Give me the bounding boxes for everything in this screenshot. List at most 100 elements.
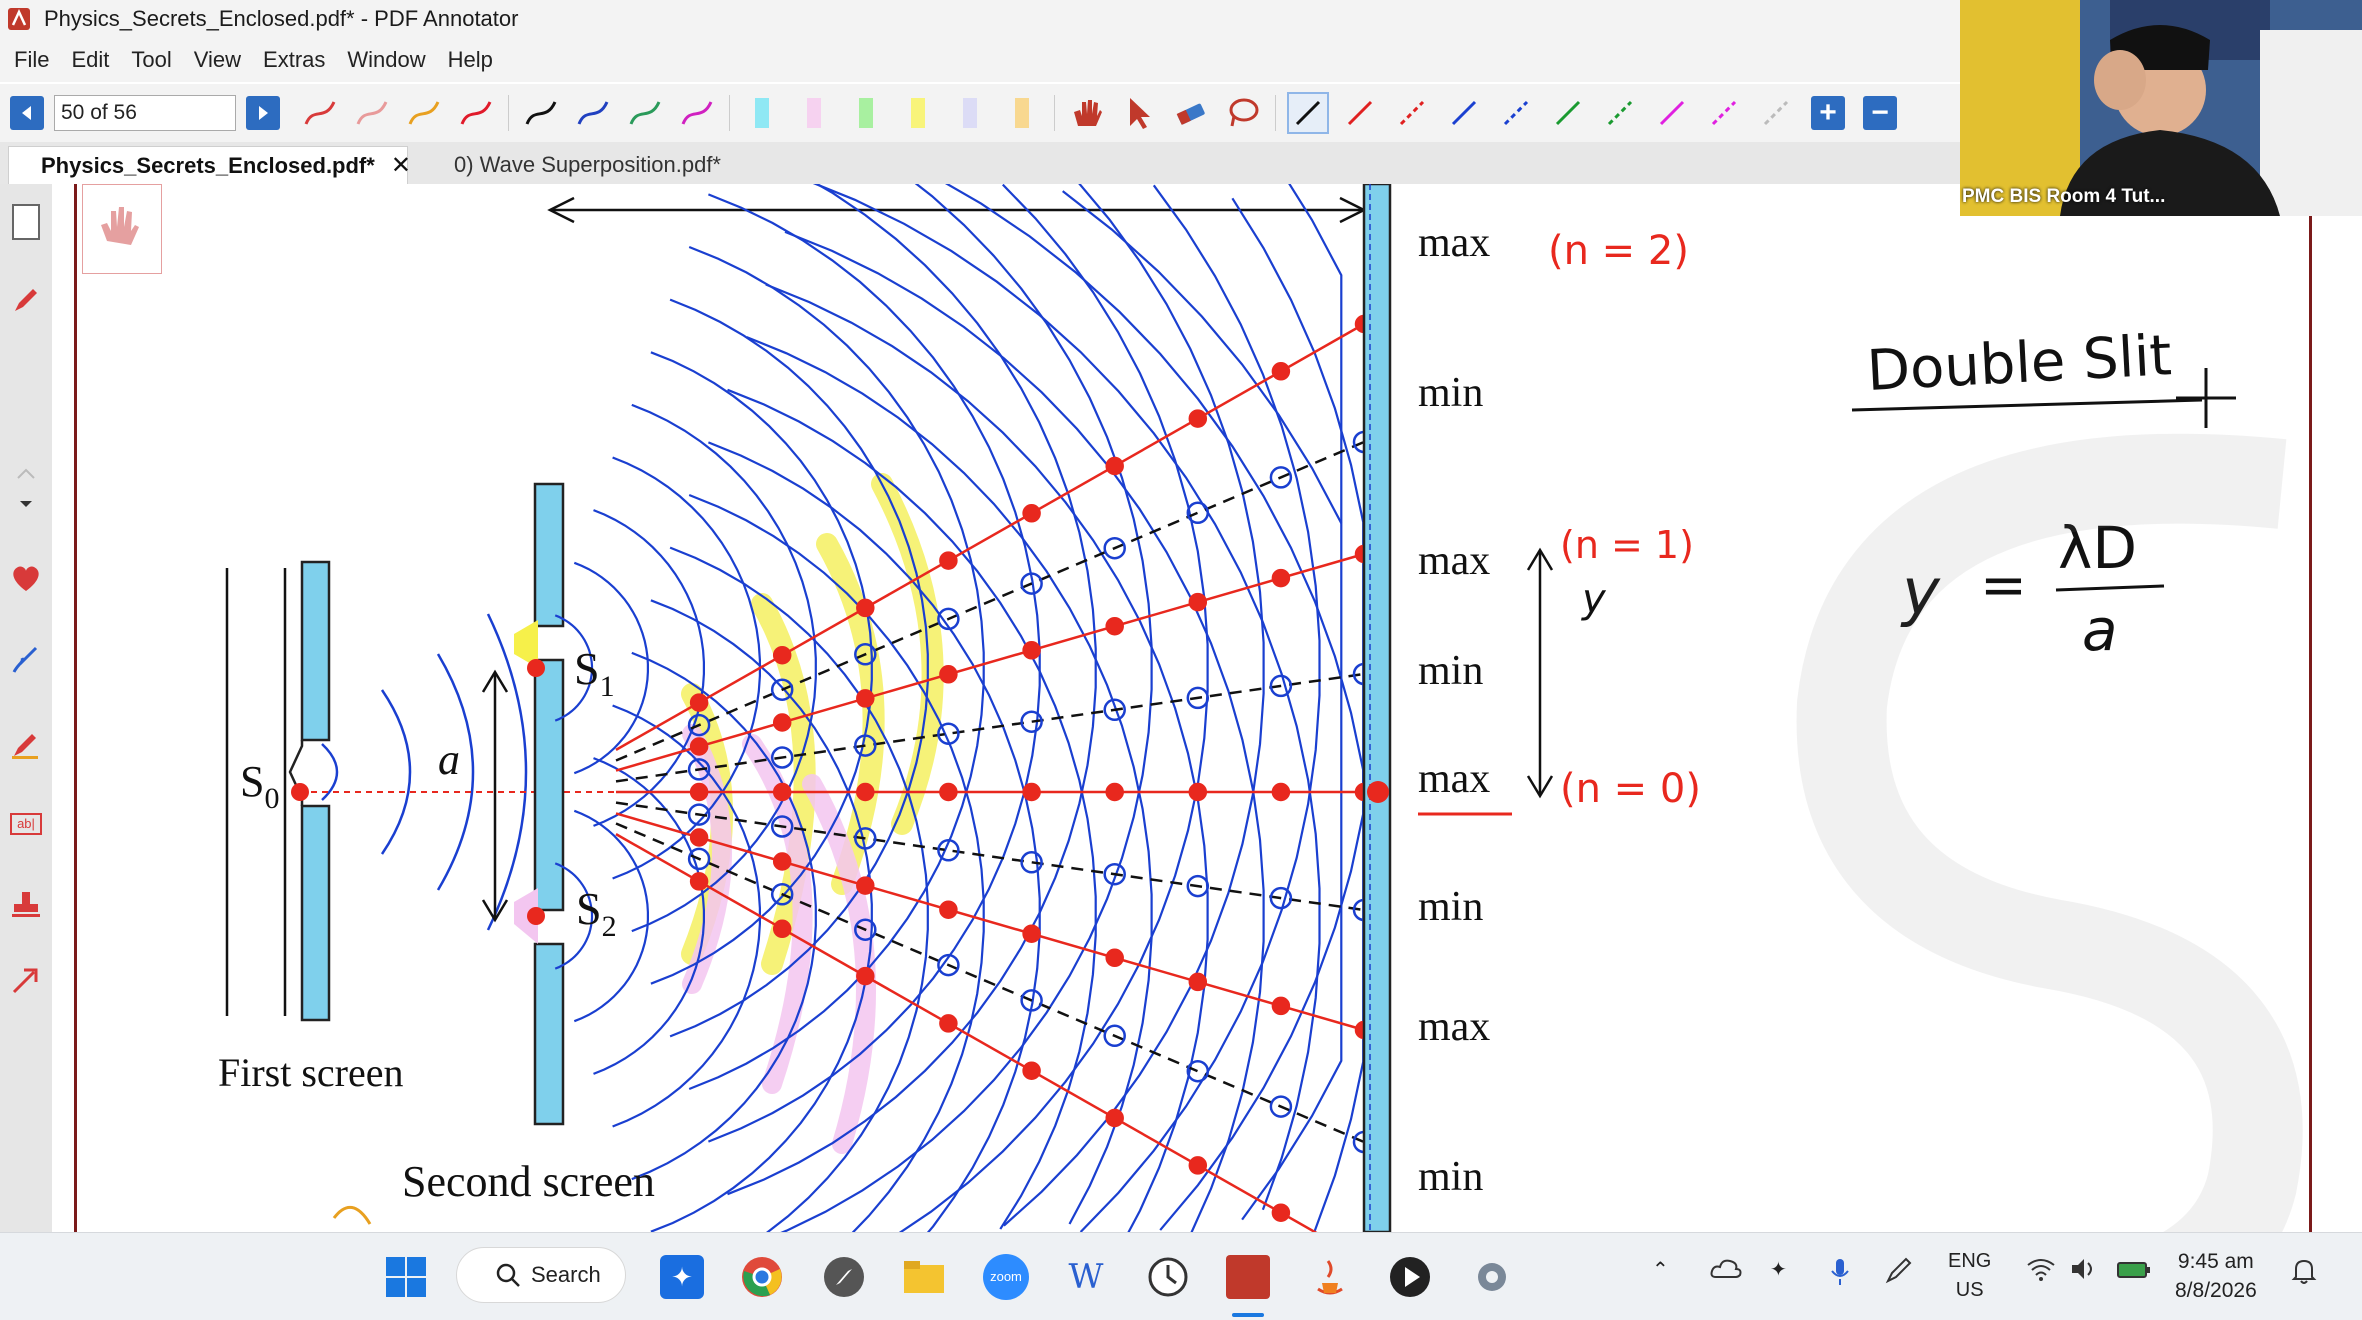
page-number-field[interactable] bbox=[54, 95, 236, 131]
line-red-icon[interactable] bbox=[1341, 94, 1379, 132]
pen-green-icon[interactable] bbox=[626, 94, 664, 132]
antinode-point bbox=[1188, 592, 1208, 612]
notifications-icon[interactable] bbox=[2290, 1257, 2318, 1291]
viewing-screen bbox=[1362, 184, 1392, 1232]
highlighter-amber-icon[interactable] bbox=[1003, 94, 1041, 132]
clock-app-icon[interactable] bbox=[1142, 1251, 1194, 1303]
page-thumbnail-icon[interactable] bbox=[6, 202, 46, 242]
pen-red-icon[interactable] bbox=[301, 94, 339, 132]
pen-pink-icon[interactable] bbox=[353, 94, 391, 132]
tab-wave-superposition[interactable]: 0) Wave Superposition.pdf* bbox=[420, 146, 780, 184]
line-green-dashed-icon[interactable] bbox=[1601, 94, 1639, 132]
hand-tool-icon[interactable] bbox=[1068, 94, 1106, 132]
screen-label: min bbox=[1418, 370, 1483, 416]
file-explorer-app-icon[interactable] bbox=[898, 1251, 950, 1303]
pen-magenta-icon[interactable] bbox=[678, 94, 716, 132]
highlighter-cyan-icon[interactable] bbox=[743, 94, 781, 132]
line-magenta-icon[interactable] bbox=[1653, 94, 1691, 132]
safari-like-app-icon[interactable] bbox=[818, 1251, 870, 1303]
pen-orange-icon[interactable] bbox=[405, 94, 443, 132]
antinode-point bbox=[772, 919, 792, 939]
highlighted-wavefronts bbox=[681, 473, 944, 1154]
tab-physics-secrets[interactable]: Physics_Secrets_Enclosed.pdf* ✕ bbox=[8, 146, 411, 184]
line-grey-dashed-icon[interactable] bbox=[1757, 94, 1795, 132]
text-box-icon[interactable]: ab| bbox=[6, 804, 46, 844]
battery-icon[interactable] bbox=[2116, 1257, 2152, 1287]
separator bbox=[1275, 95, 1276, 131]
menu-edit[interactable]: Edit bbox=[71, 47, 109, 73]
highlighter-yellow-icon[interactable] bbox=[899, 94, 937, 132]
next-page-button[interactable] bbox=[246, 96, 280, 130]
lasso-icon[interactable] bbox=[1224, 94, 1262, 132]
highlighter-pink-icon[interactable] bbox=[795, 94, 833, 132]
tab-bar: Physics_Secrets_Enclosed.pdf* ✕ 0) Wave … bbox=[0, 142, 1960, 184]
screen-label: max bbox=[1418, 756, 1490, 802]
system-clock[interactable]: 9:45 am 8/8/2026 bbox=[2175, 1247, 2257, 1305]
highlighter-lavender-icon[interactable] bbox=[951, 94, 989, 132]
interference-wavefronts bbox=[554, 184, 1365, 1232]
line-red-dashed-icon[interactable] bbox=[1393, 94, 1431, 132]
taskbar-search[interactable]: Search bbox=[456, 1247, 626, 1303]
show-hidden-icons-chevron-icon[interactable]: ⌃ bbox=[1652, 1257, 1669, 1282]
menu-help[interactable]: Help bbox=[448, 47, 493, 73]
line-magenta-dashed-icon[interactable] bbox=[1705, 94, 1743, 132]
clock-time: 9:45 am bbox=[2177, 1250, 2254, 1273]
previous-page-button[interactable] bbox=[10, 96, 44, 130]
start-button[interactable] bbox=[380, 1251, 432, 1303]
zoom-in-button[interactable]: + bbox=[1811, 96, 1845, 130]
close-tab-icon[interactable]: ✕ bbox=[391, 151, 411, 180]
marker-icon[interactable] bbox=[6, 724, 46, 764]
onedrive-cloud-icon[interactable] bbox=[1710, 1257, 1742, 1285]
document-view[interactable]: S0 a S1 S2 First screen Second screen ma… bbox=[52, 184, 2362, 1232]
chrome-app-icon[interactable] bbox=[736, 1251, 788, 1303]
arrow-tool-icon[interactable] bbox=[6, 960, 46, 1000]
pen-blue-icon[interactable] bbox=[574, 94, 612, 132]
antinodal-line bbox=[615, 552, 1365, 772]
separator bbox=[1054, 95, 1055, 131]
antinode-point bbox=[1105, 456, 1124, 476]
highlighter-green-icon[interactable] bbox=[847, 94, 885, 132]
wavefront-arc bbox=[1003, 184, 1265, 1227]
antinode-point bbox=[1105, 616, 1124, 636]
zoom-out-button[interactable]: − bbox=[1863, 96, 1897, 130]
ink-pen-icon[interactable] bbox=[6, 640, 46, 680]
dropbox-tray-icon[interactable]: ✦ bbox=[1770, 1257, 1787, 1282]
line-green-icon[interactable] bbox=[1549, 94, 1587, 132]
pencil-icon[interactable] bbox=[6, 280, 46, 320]
line-black-icon[interactable] bbox=[1287, 92, 1329, 134]
antinode-point bbox=[1105, 782, 1124, 802]
pdf-annotator-taskbar-icon[interactable] bbox=[1222, 1251, 1274, 1303]
dropbox-app-icon[interactable]: ✦ bbox=[656, 1251, 708, 1303]
microphone-icon[interactable] bbox=[1830, 1257, 1850, 1293]
line-blue-icon[interactable] bbox=[1445, 94, 1483, 132]
pen-tray-icon[interactable] bbox=[1884, 1257, 1912, 1291]
java-app-icon[interactable] bbox=[1304, 1251, 1356, 1303]
settings-app-icon[interactable] bbox=[1466, 1251, 1518, 1303]
select-arrow-icon[interactable] bbox=[1120, 94, 1158, 132]
menu-extras[interactable]: Extras bbox=[263, 47, 325, 73]
word-like-app-icon[interactable]: W bbox=[1060, 1251, 1112, 1303]
language-indicator[interactable]: ENG US bbox=[1948, 1247, 1991, 1305]
heart-icon[interactable] bbox=[6, 558, 46, 598]
line-blue-dashed-icon[interactable] bbox=[1497, 94, 1535, 132]
antinode-point bbox=[856, 876, 875, 895]
menu-window[interactable]: Window bbox=[347, 47, 425, 73]
menu-tool[interactable]: Tool bbox=[131, 47, 171, 73]
dropdown-icon[interactable] bbox=[6, 484, 46, 524]
zoom-app-icon[interactable]: zoom bbox=[980, 1251, 1032, 1303]
stamp-icon[interactable] bbox=[6, 884, 46, 924]
wifi-icon[interactable] bbox=[2026, 1257, 2056, 1287]
menu-file[interactable]: File bbox=[14, 47, 49, 73]
antinode-point bbox=[689, 872, 709, 891]
formula-denominator: a bbox=[2082, 596, 2118, 664]
volume-icon[interactable] bbox=[2070, 1257, 2100, 1287]
antinode-point bbox=[1271, 1203, 1291, 1222]
antinode-point bbox=[772, 782, 792, 802]
menu-view[interactable]: View bbox=[194, 47, 241, 73]
pen-black-icon[interactable] bbox=[522, 94, 560, 132]
eraser-icon[interactable] bbox=[1172, 94, 1210, 132]
media-player-app-icon[interactable] bbox=[1384, 1251, 1436, 1303]
tab-label: 0) Wave Superposition.pdf* bbox=[454, 152, 721, 177]
antinode-point bbox=[1105, 1108, 1124, 1128]
pen-crimson-icon[interactable] bbox=[457, 94, 495, 132]
